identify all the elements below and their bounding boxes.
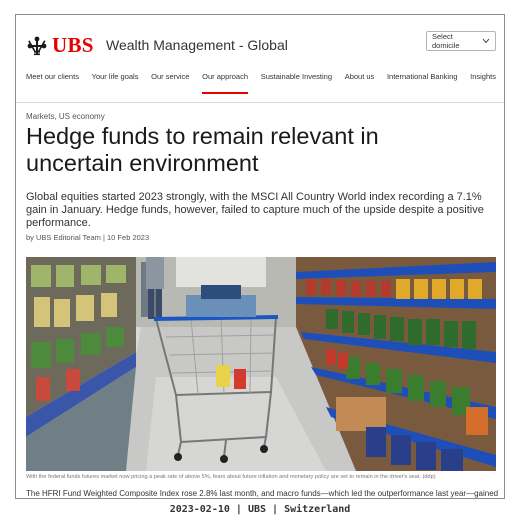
breadcrumb[interactable]: Markets, US economy: [26, 112, 105, 121]
supermarket-aisle-image: [26, 257, 496, 471]
nav-item-our-service[interactable]: Our service: [151, 72, 189, 92]
nav-item-about-us[interactable]: About us: [345, 72, 375, 92]
brand-logo[interactable]: UBS: [26, 33, 94, 58]
nav-item-our-approach[interactable]: Our approach: [202, 72, 248, 94]
page-title: Hedge funds to remain relevant in uncert…: [26, 123, 379, 176]
nav-item-your-life-goals[interactable]: Your life goals: [92, 72, 139, 92]
article-lede: Global equities started 2023 strongly, w…: [26, 191, 484, 229]
date-source-stamp: 2023-02-10 | UBS | Switzerland: [169, 504, 351, 515]
domicile-label: Select domicile: [432, 32, 460, 50]
article-byline: by UBS Editorial Team | 10 Feb 2023: [26, 233, 150, 242]
nav-item-meet-our-clients[interactable]: Meet our clients: [26, 72, 79, 92]
main-nav: Meet our clients Your life goals Our ser…: [26, 72, 496, 94]
brand-name: UBS: [52, 33, 94, 57]
nav-item-international-banking[interactable]: International Banking: [387, 72, 457, 92]
domicile-select[interactable]: Select domicile: [426, 31, 496, 51]
browser-page: UBS Wealth Management - Global Select do…: [15, 14, 505, 499]
hero-image: [26, 257, 496, 471]
image-caption: With the federal funds futures market no…: [26, 474, 436, 480]
site-header: UBS Wealth Management - Global Select do…: [16, 15, 504, 103]
ubs-keys-icon: [27, 36, 47, 55]
site-title[interactable]: Wealth Management - Global: [106, 37, 288, 53]
nav-item-insights[interactable]: Insights: [470, 72, 496, 92]
chevron-down-icon: [482, 38, 490, 44]
article-body-text: The HFRI Fund Weighted Composite Index r…: [26, 489, 498, 498]
nav-item-sustainable-investing[interactable]: Sustainable Investing: [261, 72, 332, 92]
